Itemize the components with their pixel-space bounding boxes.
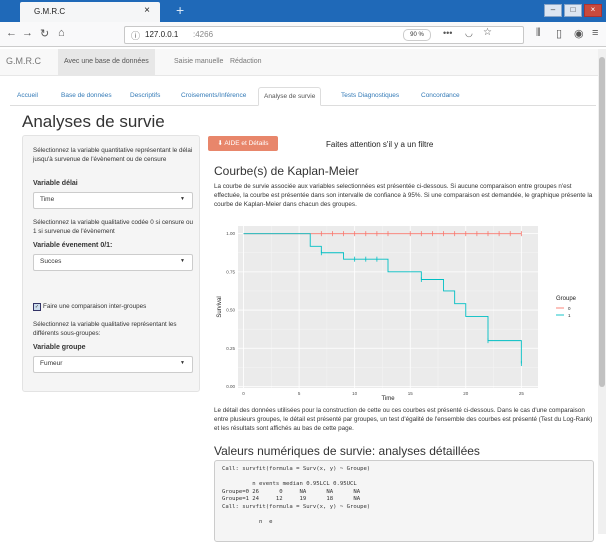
filter-warning: Faites attention s'il y a un filtre (326, 140, 434, 149)
group-help-text: Sélectionnez la variable qualitative rep… (33, 321, 177, 337)
tab-crossings[interactable]: Croisements/Inférence (176, 87, 251, 104)
help-details-label: AIDE et Détails (224, 140, 269, 147)
y-tick-label: 0.25 (226, 346, 235, 351)
y-tick-label: 0.00 (226, 384, 235, 389)
x-tick-label: 0 (242, 391, 245, 396)
home-icon[interactable]: ⌂ (58, 27, 65, 39)
legend-label-1: 1 (568, 313, 571, 318)
zoom-indicator[interactable]: 90 % (403, 29, 431, 41)
x-tick-label: 15 (408, 391, 414, 396)
x-tick-label: 25 (519, 391, 525, 396)
delay-label: Variable délai (33, 180, 78, 187)
minimize-window-icon[interactable]: – (544, 4, 562, 17)
help-details-button[interactable]: ⬇ AIDE et Détails (208, 136, 278, 151)
details-description: Le détail des données utilisées pour la … (214, 407, 593, 432)
nav-database[interactable]: Avec une base de données (58, 49, 155, 75)
bookmark-star-icon[interactable]: ☆ (483, 27, 492, 38)
close-window-icon[interactable]: × (584, 4, 602, 17)
numeric-values-title: Valeurs numériques de survie: analyses d… (214, 444, 480, 458)
delay-select[interactable]: Time ▼ (33, 192, 193, 209)
event-help-text: Sélectionnez la variable qualitative cod… (33, 219, 193, 235)
library-icon[interactable]: ⫴ (536, 27, 541, 40)
back-icon[interactable]: ← (6, 27, 17, 39)
scrollbar-thumb[interactable] (599, 57, 605, 387)
chevron-down-icon: ▼ (180, 258, 185, 264)
x-tick-label: 5 (298, 391, 301, 396)
tab-diagnostic-tests[interactable]: Tests Diagnostiques (336, 87, 404, 104)
close-tab-icon[interactable]: × (144, 5, 150, 16)
menu-icon[interactable]: ≡ (592, 27, 598, 39)
y-tick-label: 0.50 (226, 308, 235, 313)
group-comparison-checkbox[interactable]: ✓ (33, 303, 41, 311)
browser-tab[interactable]: G.M.R.C × (20, 2, 160, 22)
y-tick-label: 1.00 (226, 231, 235, 236)
group-comparison-label[interactable]: Faire une comparaison inter-groupes (43, 302, 203, 311)
y-tick-label: 0.75 (226, 269, 235, 274)
url-port: :4266 (193, 30, 214, 39)
delay-select-value: Time (40, 196, 55, 203)
app-navbar: G.M.R.C Avec une base de données Saisie … (0, 49, 598, 76)
event-label: Variable évenement 0/1: (33, 242, 113, 249)
page-scrollbar[interactable] (598, 49, 606, 534)
tab-survival[interactable]: Analyse de survie (258, 87, 322, 106)
info-icon[interactable]: ⓘ (131, 29, 140, 42)
forward-icon[interactable]: → (22, 27, 33, 39)
extension-icon[interactable]: ◉ (574, 27, 584, 40)
plot-panel (238, 226, 538, 388)
legend-title: Groupe (556, 296, 577, 302)
page-actions-icon[interactable]: ••• (443, 28, 452, 38)
page-title: Analyses de survie (22, 112, 165, 131)
group-select-value: Fumeur (40, 360, 63, 367)
delay-help-text: Sélectionnez la variable quantitative re… (33, 147, 193, 163)
legend-label-0: 0 (568, 306, 571, 311)
sidebar-toggle-icon[interactable]: ▯ (556, 27, 562, 40)
tab-descriptives[interactable]: Descriptifs (125, 87, 165, 104)
maximize-window-icon[interactable]: □ (564, 4, 582, 17)
y-axis-label: Survival (217, 296, 223, 317)
x-axis-label: Time (381, 396, 395, 402)
survfit-output-text: Call: survfit(formula = Surv(x, y) ~ Gro… (222, 466, 371, 526)
nav-manual-entry[interactable]: Saisie manuelle (168, 49, 229, 75)
km-title: Courbe(s) de Kaplan-Meier (214, 164, 359, 178)
tab-concordance[interactable]: Concordance (416, 87, 465, 104)
event-select-value: Succes (40, 258, 62, 265)
x-tick-label: 20 (463, 391, 469, 396)
new-tab-icon[interactable]: + (176, 2, 184, 18)
nav-writing[interactable]: Rédaction (224, 49, 268, 75)
sidebar-panel: Sélectionnez la variable quantitative re… (22, 135, 200, 392)
km-description: La courbe de survie associée aux variabl… (214, 183, 593, 208)
app-brand[interactable]: G.M.R.C (6, 56, 41, 66)
tab-database[interactable]: Base de données (56, 87, 117, 104)
survfit-output: Call: survfit(formula = Surv(x, y) ~ Gro… (214, 460, 594, 542)
reload-icon[interactable]: ↻ (40, 27, 49, 40)
chevron-down-icon: ▼ (180, 360, 185, 366)
x-tick-label: 10 (352, 391, 358, 396)
chevron-down-icon: ▼ (180, 196, 185, 202)
analysis-tabs: Accueil Base de données Descriptifs Croi… (10, 87, 596, 106)
url-host: 127.0.0.1 (145, 30, 179, 39)
group-label: Variable groupe (33, 344, 86, 351)
group-select[interactable]: Fumeur ▼ (33, 356, 193, 373)
browser-tab-title: G.M.R.C (34, 7, 66, 16)
km-chart: 0 5 10 15 20 250.000.250.500.751.00 Time Surv… (217, 226, 577, 402)
pocket-icon[interactable]: ◡ (465, 28, 473, 39)
url-bar[interactable]: ⓘ 127.0.0.1 :4266 90 % ••• ◡ ☆ (124, 26, 524, 44)
event-select[interactable]: Succes ▼ (33, 254, 193, 271)
tab-home[interactable]: Accueil (12, 87, 43, 104)
